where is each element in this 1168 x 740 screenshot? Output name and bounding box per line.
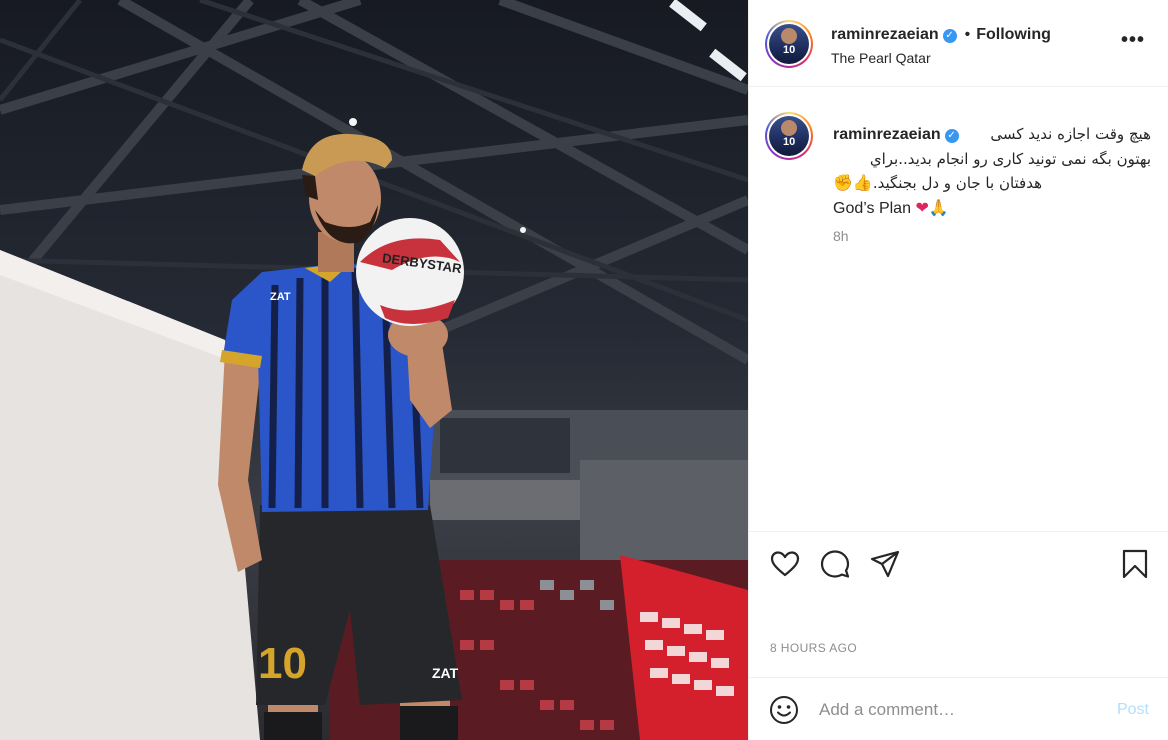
avatar[interactable]: 10: [765, 20, 813, 68]
photo-illustration: 10 ZAT ZAT DERBYSTAR: [0, 0, 748, 740]
avatar-number: 10: [783, 44, 796, 56]
heart-icon[interactable]: [769, 548, 801, 580]
caption-avatar-number: 10: [783, 136, 796, 148]
separator-dot: •: [964, 26, 971, 43]
caption-line-2: بهتون بگه نمی تونید کاری رو انجام بدید..…: [869, 150, 1151, 168]
caption-area: 10 raminrezaeian ✓ هیچ وقت اجازه ندید کسی…: [749, 88, 1168, 530]
caption-line-3: هدفتان با جان و دل بجنگید.: [872, 174, 1043, 192]
caption-line-1: هیچ وقت اجازه ندید کسی: [990, 125, 1151, 143]
caption-line-4-emojis: ❤🙏: [915, 198, 949, 217]
comment-input[interactable]: [819, 698, 1099, 722]
caption-username-link[interactable]: raminrezaeian: [833, 126, 941, 143]
caption-text: raminrezaeian ✓ هیچ وقت اجازه ندید کسی به…: [833, 122, 1151, 221]
caption-time-ago[interactable]: 8h: [833, 228, 849, 244]
post-timestamp[interactable]: 8 HOURS AGO: [770, 641, 857, 655]
share-icon[interactable]: [869, 548, 901, 580]
caption-line-3-emojis: ✊👍: [833, 173, 873, 192]
verified-badge-icon: ✓: [942, 29, 957, 43]
bookmark-icon[interactable]: [1119, 548, 1151, 580]
jersey-logo: ZAT: [270, 291, 291, 303]
comment-bar: Post: [749, 677, 1168, 740]
comment-icon[interactable]: [819, 548, 851, 580]
location-link[interactable]: The Pearl Qatar: [831, 50, 931, 66]
post-photo[interactable]: 10 ZAT ZAT DERBYSTAR: [0, 0, 748, 740]
username-link[interactable]: raminrezaeian: [831, 26, 939, 43]
following-button[interactable]: Following: [976, 26, 1051, 43]
caption-verified-badge-icon: ✓: [944, 129, 959, 143]
more-options-icon[interactable]: •••: [1121, 30, 1145, 50]
caption-avatar[interactable]: 10: [765, 112, 813, 160]
post-side-panel: 10 raminrezaeian ✓ • Following The Pearl Qa…: [748, 0, 1168, 740]
action-bar: [749, 531, 1168, 595]
smile-icon[interactable]: [769, 695, 799, 725]
shorts-logo: ZAT: [432, 665, 459, 681]
shorts-number: 10: [258, 639, 307, 688]
post-comment-button[interactable]: Post: [1117, 701, 1149, 719]
ceiling-light: [669, 0, 707, 32]
post-header: 10 raminrezaeian ✓ • Following The Pearl Qa…: [749, 0, 1168, 87]
caption-line-4: God’s Plan: [833, 200, 911, 217]
